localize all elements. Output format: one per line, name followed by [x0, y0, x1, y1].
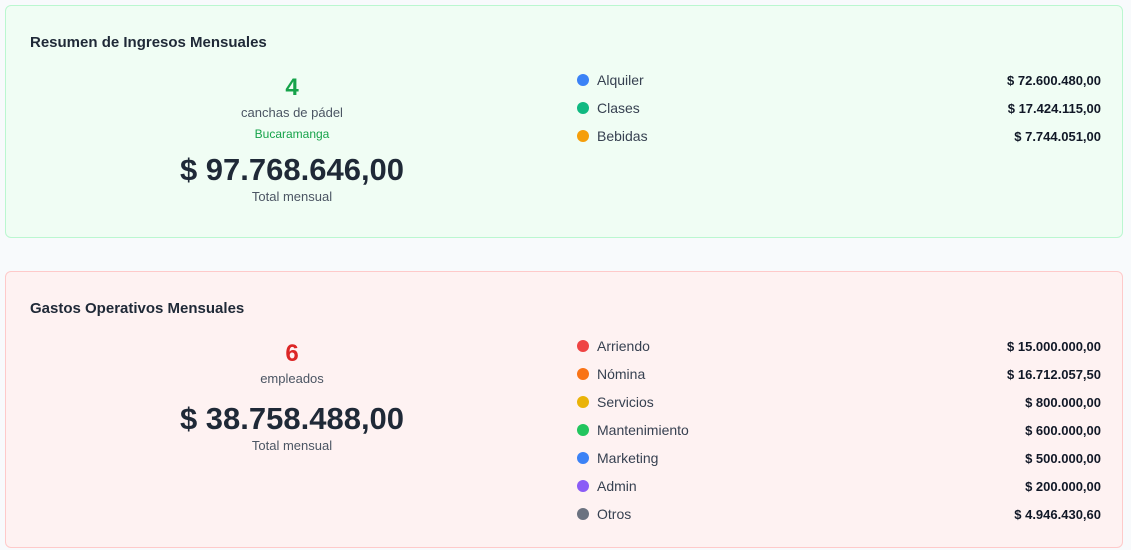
- expense-item-value: $ 4.946.430,60: [1014, 506, 1101, 522]
- expense-item-marketing: Marketing $ 500.000,00: [577, 444, 1101, 472]
- expense-item-servicios: Servicios $ 800.000,00: [577, 388, 1101, 416]
- employees-count-label: empleados: [260, 371, 324, 386]
- expense-item-value: $ 500.000,00: [1025, 450, 1101, 466]
- servicios-color-dot: [577, 396, 589, 408]
- income-item-value: $ 72.600.480,00: [1007, 72, 1101, 88]
- expense-item-value: $ 600.000,00: [1025, 422, 1101, 438]
- courts-count: 4: [285, 74, 299, 101]
- alquiler-color-dot: [577, 74, 589, 86]
- expense-item-otros: Otros $ 4.946.430,60: [577, 500, 1101, 528]
- expense-item-admin: Admin $ 200.000,00: [577, 472, 1101, 500]
- expenses-summary-card: Gastos Operativos Mensuales 6 empleados …: [5, 271, 1123, 548]
- expense-item-value: $ 200.000,00: [1025, 478, 1101, 494]
- income-item-value: $ 7.744.051,00: [1014, 128, 1101, 144]
- income-item-label: Bebidas: [597, 128, 648, 144]
- expense-item-label: Admin: [597, 478, 637, 494]
- expense-item-arriendo: Arriendo $ 15.000.000,00: [577, 332, 1101, 360]
- city-label: Bucaramanga: [254, 127, 330, 141]
- courts-count-label: canchas de pádel: [241, 105, 343, 120]
- income-item-label: Clases: [597, 100, 640, 116]
- expenses-summary: 6 empleados $ 38.758.488,00 Total mensua…: [142, 340, 442, 454]
- expense-item-mantenimiento: Mantenimiento $ 600.000,00: [577, 416, 1101, 444]
- income-total: $ 97.768.646,00: [179, 152, 405, 187]
- income-item-value: $ 17.424.115,00: [1007, 100, 1101, 116]
- clases-color-dot: [577, 102, 589, 114]
- income-total-label: Total mensual: [251, 189, 333, 204]
- expenses-total-label: Total mensual: [251, 438, 333, 453]
- expenses-breakdown-list: Arriendo $ 15.000.000,00 Nómina $ 16.712…: [577, 332, 1101, 528]
- expense-item-label: Marketing: [597, 450, 659, 466]
- bebidas-color-dot: [577, 130, 589, 142]
- income-item-alquiler: Alquiler $ 72.600.480,00: [577, 66, 1101, 94]
- expense-item-label: Nómina: [597, 366, 646, 382]
- income-item-bebidas: Bebidas $ 7.744.051,00: [577, 122, 1101, 150]
- expense-item-value: $ 800.000,00: [1025, 394, 1101, 410]
- arriendo-color-dot: [577, 340, 589, 352]
- income-item-clases: Clases $ 17.424.115,00: [577, 94, 1101, 122]
- expense-item-label: Otros: [597, 506, 632, 522]
- expense-item-label: Arriendo: [597, 338, 650, 354]
- expense-item-nomina: Nómina $ 16.712.057,50: [577, 360, 1101, 388]
- marketing-color-dot: [577, 452, 589, 464]
- income-breakdown-list: Alquiler $ 72.600.480,00 Clases $ 17.424…: [577, 66, 1101, 150]
- expense-item-label: Servicios: [597, 394, 654, 410]
- income-card-title: Resumen de Ingresos Mensuales: [30, 34, 267, 51]
- income-item-label: Alquiler: [597, 72, 644, 88]
- income-summary: 4 canchas de pádel Bucaramanga $ 97.768.…: [142, 74, 442, 205]
- expenses-card-title: Gastos Operativos Mensuales: [30, 300, 245, 317]
- admin-color-dot: [577, 480, 589, 492]
- expense-item-value: $ 15.000.000,00: [1007, 338, 1101, 354]
- mantenimiento-color-dot: [577, 424, 589, 436]
- expense-item-label: Mantenimiento: [597, 422, 689, 438]
- income-summary-card: Resumen de Ingresos Mensuales 4 canchas …: [5, 5, 1123, 238]
- expense-item-value: $ 16.712.057,50: [1007, 366, 1101, 382]
- employees-count: 6: [285, 340, 299, 367]
- otros-color-dot: [577, 508, 589, 520]
- expenses-total: $ 38.758.488,00: [179, 401, 405, 436]
- nomina-color-dot: [577, 368, 589, 380]
